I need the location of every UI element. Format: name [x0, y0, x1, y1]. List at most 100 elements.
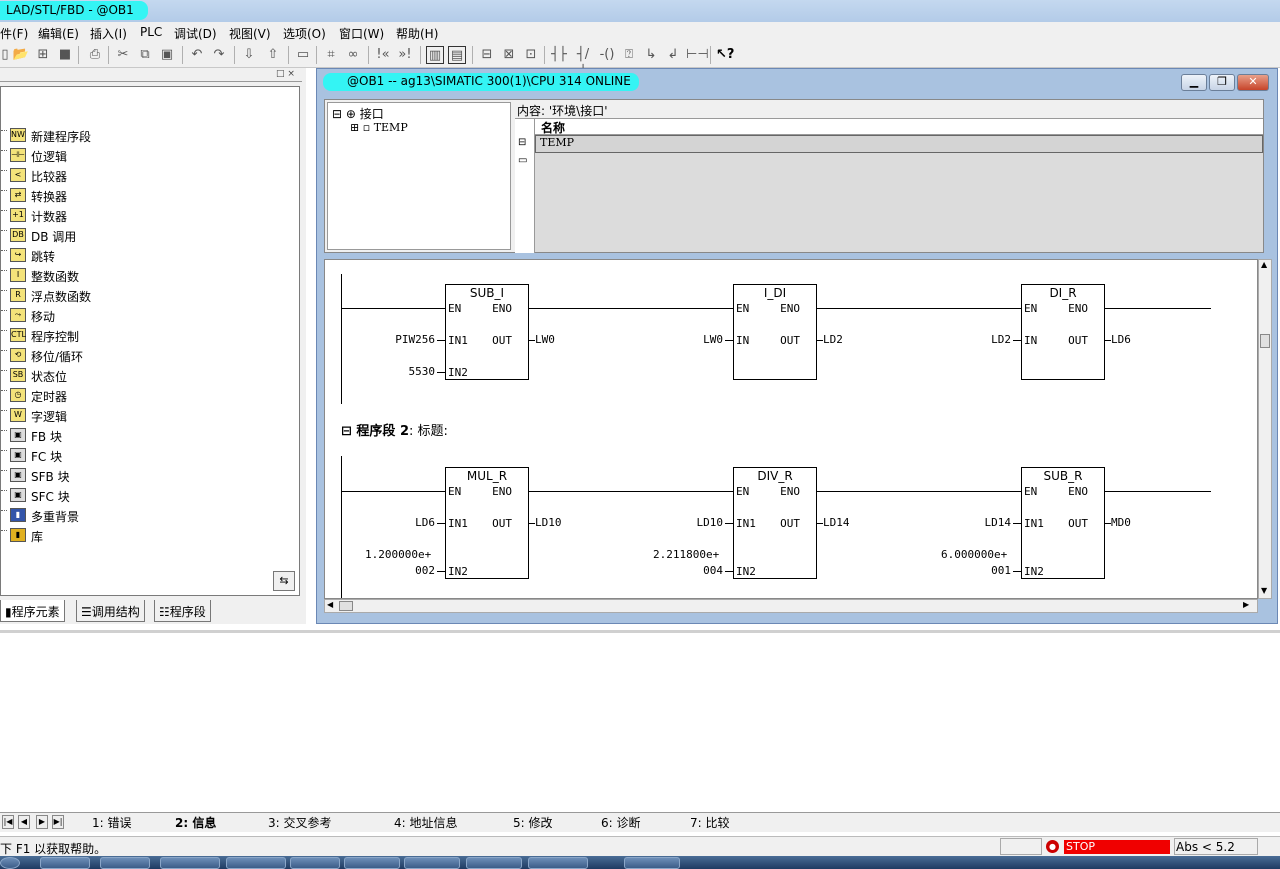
tree-item-converter[interactable]: ⇄ 转换器	[1, 186, 291, 206]
scroll-thumb[interactable]	[1260, 334, 1270, 348]
function-block-sub-i[interactable]: SUB_I EN ENO IN1 OUT IN2	[445, 284, 529, 380]
tab-info[interactable]: 2: 信息	[175, 814, 216, 831]
tree-item-float-function[interactable]: R 浮点数函数	[1, 286, 291, 306]
menu-help[interactable]: 帮助(H)	[396, 25, 438, 42]
operand-in1[interactable]: LW0	[655, 333, 723, 346]
scroll-thumb[interactable]	[339, 601, 353, 611]
tab-diagnostics[interactable]: 6: 诊断	[601, 814, 641, 831]
tree-item-comparator[interactable]: < 比较器	[1, 166, 291, 186]
scroll-left-icon[interactable]: ◀	[327, 600, 333, 609]
menu-plc[interactable]: PLC	[140, 25, 162, 39]
function-block-di-r[interactable]: DI_R EN ENO IN OUT	[1021, 284, 1105, 380]
taskbar-app[interactable]	[290, 857, 340, 869]
collapse-icon[interactable]: ⊟	[332, 107, 342, 121]
operand-in1[interactable]: LD2	[943, 333, 1011, 346]
menu-view[interactable]: 视图(V)	[229, 25, 271, 42]
tree-item-move[interactable]: ⤳ 移动	[1, 306, 291, 326]
close-branch-arrow-icon[interactable]: ↲	[664, 46, 682, 64]
taskbar-app[interactable]	[160, 857, 220, 869]
taskbar-app[interactable]	[466, 857, 522, 869]
close-branch-icon[interactable]: ⊡	[522, 46, 540, 64]
operand-out[interactable]: LW0	[535, 333, 555, 346]
tab-compare[interactable]: 7: 比较	[690, 814, 730, 831]
scroll-right-icon[interactable]: ▶	[1243, 600, 1249, 609]
undo-icon[interactable]: ↶	[188, 46, 206, 64]
menu-file[interactable]: 件(F)	[0, 25, 28, 42]
menu-debug[interactable]: 调试(D)	[174, 25, 217, 42]
function-block-sub-r[interactable]: SUB_R EN ENO IN1 OUT IN2	[1021, 467, 1105, 579]
table-row[interactable]: TEMP	[535, 135, 1263, 153]
insert-network-icon[interactable]: ⊟	[478, 46, 496, 64]
tab-errors[interactable]: 1: 错误	[92, 814, 132, 831]
no-contact-icon[interactable]: ┤├	[550, 46, 568, 64]
glasses-icon[interactable]: ∞	[344, 46, 362, 64]
function-block-i-di[interactable]: I_DI EN ENO IN OUT	[733, 284, 817, 380]
taskbar-app[interactable]	[344, 857, 400, 869]
operand-out[interactable]: LD14	[823, 516, 850, 529]
minimize-button[interactable]: ▁	[1181, 74, 1207, 91]
download-icon[interactable]: ⇩	[240, 46, 258, 64]
taskbar-app[interactable]	[528, 857, 588, 869]
tab-address-info[interactable]: 4: 地址信息	[394, 814, 458, 831]
operand-in2-exponent[interactable]: 001	[943, 564, 1011, 577]
collapse-icon[interactable]: ⊟	[341, 424, 356, 439]
function-block-div-r[interactable]: DIV_R EN ENO IN1 OUT IN2	[733, 467, 817, 579]
tree-item-jump[interactable]: ↪ 跳转	[1, 246, 291, 266]
operand-in1[interactable]: LD6	[365, 516, 435, 529]
operand-out[interactable]: LD10	[535, 516, 562, 529]
tree-node-interface[interactable]: ⊟ ⊕ 接口	[332, 105, 384, 122]
operand-in2[interactable]: 2.211800e+	[653, 548, 719, 561]
open-icon[interactable]: 📂	[12, 46, 30, 64]
tree-item-library[interactable]: ▮ 库	[1, 526, 291, 546]
window-icon[interactable]: ▭	[294, 46, 312, 64]
tree-item-multi-instance[interactable]: ▮ 多重背景	[1, 506, 291, 526]
prev-tab-icon[interactable]: ◀	[18, 815, 30, 829]
function-block-mul-r[interactable]: MUL_R EN ENO IN1 OUT IN2	[445, 467, 529, 579]
accessible-nodes-icon[interactable]: ⊞	[34, 46, 52, 64]
first-tab-icon[interactable]: |◀	[2, 815, 14, 829]
tree-item-word-logic[interactable]: W 字逻辑	[1, 406, 291, 426]
tree-item-sfb-block[interactable]: ▣ SFB 块	[1, 466, 291, 486]
taskbar-app[interactable]	[100, 857, 150, 869]
menu-edit[interactable]: 编辑(E)	[38, 25, 79, 42]
last-tab-icon[interactable]: ▶|	[52, 815, 64, 829]
prev-network-icon[interactable]: !«	[374, 46, 392, 64]
tab-program-elements[interactable]: ▮程序元素	[0, 600, 65, 622]
paste-icon[interactable]: ▣	[158, 46, 176, 64]
tree-item-counter[interactable]: +1 计数器	[1, 206, 291, 226]
operand-in2[interactable]: 5530	[365, 365, 436, 378]
empty-box-icon[interactable]: ⍰	[620, 46, 638, 64]
taskbar-app[interactable]	[40, 857, 90, 869]
next-tab-icon[interactable]: ▶	[36, 815, 48, 829]
menu-options[interactable]: 选项(O)	[283, 25, 326, 42]
tree-item-fc-block[interactable]: ▣ FC 块	[1, 446, 291, 466]
operand-out[interactable]: MD0	[1111, 516, 1131, 529]
save-icon[interactable]: ■	[56, 46, 74, 64]
tree-item-bit-logic[interactable]: ⊣⊢ 位逻辑	[1, 146, 291, 166]
panel-resize-icon[interactable]: ⇆	[273, 571, 295, 591]
vertical-scrollbar[interactable]: ▲ ▼	[1258, 259, 1272, 599]
taskbar-app[interactable]	[624, 857, 680, 869]
branch-icon[interactable]: ⊠	[500, 46, 518, 64]
menu-insert[interactable]: 插入(I)	[90, 25, 127, 42]
monitor-icon[interactable]: ⌗	[322, 46, 340, 64]
operand-in1[interactable]: PIW256	[365, 333, 435, 346]
operand-in2[interactable]: 6.000000e+	[941, 548, 1007, 561]
operand-in2-exponent[interactable]: 002	[365, 564, 435, 577]
tab-cross-reference[interactable]: 3: 交叉参考	[268, 814, 332, 831]
redo-icon[interactable]: ↷	[210, 46, 228, 64]
tree-node-temp[interactable]: ⊞ ▫ TEMP	[350, 121, 408, 134]
details-icon[interactable]: ▤	[448, 46, 466, 64]
tree-item-integer-function[interactable]: I 整数函数	[1, 266, 291, 286]
connection-icon[interactable]: ⊢⊣	[686, 46, 709, 64]
horizontal-scrollbar[interactable]: ◀ ▶	[324, 599, 1258, 613]
taskbar-app[interactable]	[404, 857, 460, 869]
start-button[interactable]	[0, 857, 20, 869]
close-button[interactable]: ✕	[1237, 74, 1269, 91]
operand-in2[interactable]: 1.200000e+	[365, 548, 431, 561]
tree-item-program-control[interactable]: CTL 程序控制	[1, 326, 291, 346]
restore-button[interactable]: ❐	[1209, 74, 1235, 91]
tree-item-fb-block[interactable]: ▣ FB 块	[1, 426, 291, 446]
tree-item-db-call[interactable]: DB DB 调用	[1, 226, 291, 246]
operand-in2-exponent[interactable]: 004	[655, 564, 723, 577]
